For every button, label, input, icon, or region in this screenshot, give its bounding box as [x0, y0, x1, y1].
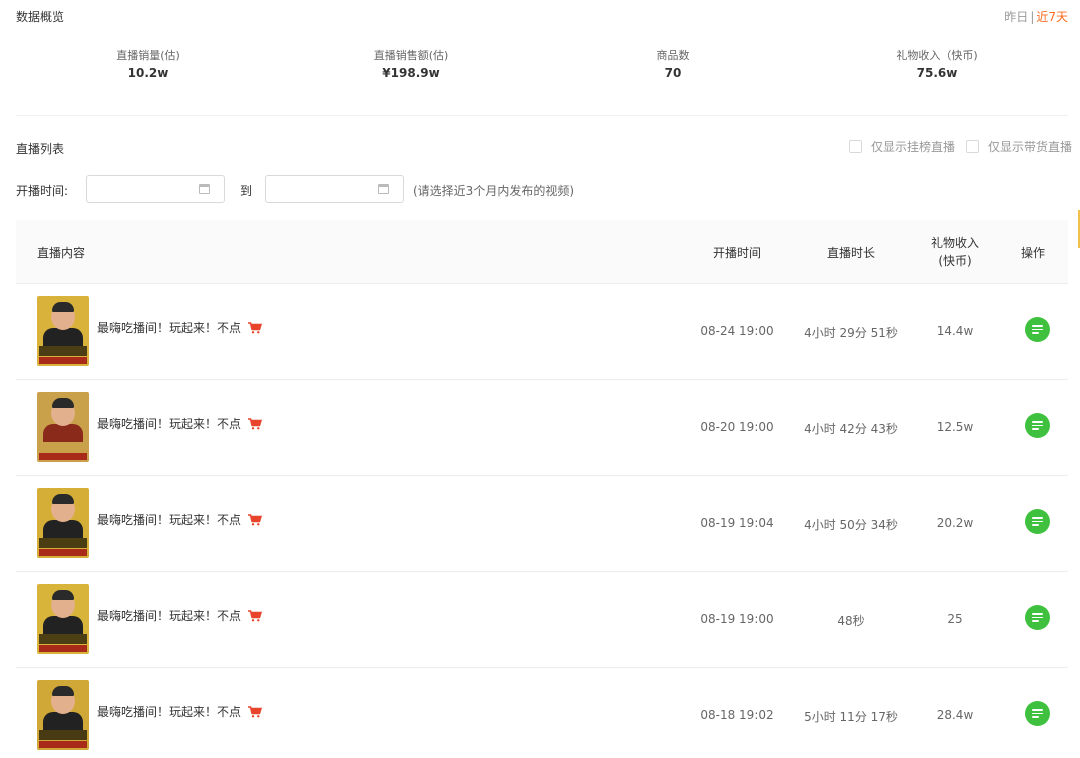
stat-value: 70	[664, 66, 682, 80]
gift-income: 25	[947, 612, 963, 626]
date-to-label: 到	[240, 184, 253, 198]
detail-button[interactable]	[1025, 605, 1050, 630]
date-filter-label: 开播时间:	[16, 184, 69, 198]
header-gift-line2: (快币)	[938, 254, 972, 268]
live-title[interactable]: 最嗨吃播间！玩起来！不点	[97, 319, 263, 336]
live-title-text[interactable]: 最嗨吃播间！玩起来！不点	[97, 607, 241, 624]
live-list-header: 直播列表 仅显示挂榜直播 仅显示带货直播	[16, 138, 1072, 158]
gift-income: 14.4w	[936, 324, 974, 338]
list-detail-icon	[1032, 517, 1043, 519]
header-gift-line1: 礼物收入	[930, 236, 979, 250]
stat-product-count: 商品数 70	[583, 40, 763, 80]
filter-ranked-only[interactable]: 仅显示挂榜直播	[849, 138, 955, 155]
table-row: 最嗨吃播间！玩起来！不点 08-24 19:00 4小时 29分 51秒 14.…	[16, 284, 1068, 380]
list-detail-icon	[1032, 709, 1043, 711]
list-detail-icon	[1032, 325, 1043, 327]
filter-selling-label: 仅显示带货直播	[988, 140, 1073, 154]
stat-gift-income: 礼物收入（快币) 75.6w	[847, 40, 1027, 80]
live-cover-thumbnail[interactable]	[37, 584, 89, 654]
shopping-cart-icon	[248, 321, 263, 333]
stat-value: ¥198.9w	[382, 66, 440, 80]
duration: 4小时 50分 34秒	[804, 518, 898, 532]
start-date-input[interactable]	[86, 175, 225, 203]
live-cover-thumbnail[interactable]	[37, 296, 89, 366]
table-row: 最嗨吃播间！玩起来！不点 08-18 19:02 5小时 11分 17秒 28.…	[16, 668, 1068, 758]
overview-title: 数据概览	[16, 10, 65, 24]
list-detail-icon	[1032, 421, 1043, 423]
table-row: 最嗨吃播间！玩起来！不点 08-20 19:00 4小时 42分 43秒 12.…	[16, 380, 1068, 476]
start-time: 08-19 19:04	[700, 516, 774, 530]
detail-button[interactable]	[1025, 317, 1050, 342]
live-cover-thumbnail[interactable]	[37, 680, 89, 750]
duration: 5小时 11分 17秒	[804, 710, 898, 724]
shopping-cart-icon	[248, 705, 263, 717]
live-title[interactable]: 最嗨吃播间！玩起来！不点	[97, 703, 263, 720]
live-cover-thumbnail[interactable]	[37, 488, 89, 558]
list-detail-icon	[1032, 613, 1043, 615]
table-row: 最嗨吃播间！玩起来！不点 08-19 19:04 4小时 50分 34秒 20.…	[16, 476, 1068, 572]
stat-sales-volume: 直播销量(估) 10.2w	[58, 40, 238, 80]
stat-value: 10.2w	[127, 66, 169, 80]
header-duration: 直播时长	[826, 246, 875, 260]
overview-header: 数据概览 昨日 | 近7天	[16, 0, 1068, 30]
start-time: 08-19 19:00	[700, 612, 774, 626]
live-title[interactable]: 最嗨吃播间！玩起来！不点	[97, 511, 263, 528]
calendar-icon[interactable]	[199, 184, 210, 194]
filter-ranked-label: 仅显示挂榜直播	[871, 140, 956, 154]
detail-button[interactable]	[1025, 413, 1050, 438]
live-title-text[interactable]: 最嗨吃播间！玩起来！不点	[97, 703, 241, 720]
end-date-input[interactable]	[265, 175, 404, 203]
detail-button[interactable]	[1025, 701, 1050, 726]
gift-income: 20.2w	[936, 516, 974, 530]
gift-income: 28.4w	[936, 708, 974, 722]
shopping-cart-icon	[248, 609, 263, 621]
shopping-cart-icon	[248, 513, 263, 525]
start-time: 08-20 19:00	[700, 420, 774, 434]
shopping-cart-icon	[248, 417, 263, 429]
filter-selling-checkbox[interactable]	[966, 140, 979, 153]
table-row: 最嗨吃播间！玩起来！不点 08-19 19:00 48秒 25	[16, 572, 1068, 668]
live-title-text[interactable]: 最嗨吃播间！玩起来！不点	[97, 319, 241, 336]
stats-panel: 直播销量(估) 10.2w 直播销售额(估) ¥198.9w 商品数 70 礼物…	[16, 40, 1068, 116]
start-time: 08-18 19:02	[700, 708, 774, 722]
duration: 4小时 29分 51秒	[804, 326, 898, 340]
duration: 48秒	[837, 614, 865, 628]
date-filter: 开播时间: 到 (请选择近3个月内发布的视频)	[16, 174, 1068, 204]
header-content: 直播内容	[37, 246, 86, 260]
detail-button[interactable]	[1025, 509, 1050, 534]
stat-value: 75.6w	[916, 66, 958, 80]
range-switch: 昨日 | 近7天	[1004, 8, 1068, 25]
live-title-text[interactable]: 最嗨吃播间！玩起来！不点	[97, 511, 241, 528]
table-header: 直播内容 开播时间 直播时长 礼物收入 (快币) 操作	[16, 220, 1068, 284]
range-separator: |	[1030, 10, 1035, 24]
duration: 4小时 42分 43秒	[804, 422, 898, 436]
live-list-title: 直播列表	[16, 142, 65, 156]
stat-sales-amount: 直播销售额(估) ¥198.9w	[321, 40, 501, 80]
date-filter-hint: (请选择近3个月内发布的视频)	[413, 184, 574, 198]
range-7days[interactable]: 近7天	[1036, 10, 1068, 24]
header-start-time: 开播时间	[712, 246, 761, 260]
filter-selling-only[interactable]: 仅显示带货直播	[966, 138, 1072, 155]
live-title[interactable]: 最嗨吃播间！玩起来！不点	[97, 607, 263, 624]
live-cover-thumbnail[interactable]	[37, 392, 89, 462]
header-action: 操作	[1020, 246, 1045, 260]
start-time: 08-24 19:00	[700, 324, 774, 338]
live-title-text[interactable]: 最嗨吃播间！玩起来！不点	[97, 415, 241, 432]
header-gift: 礼物收入 (快币)	[906, 234, 1004, 270]
live-table: 直播内容 开播时间 直播时长 礼物收入 (快币) 操作 最嗨吃播间！玩起来！不点…	[16, 220, 1068, 758]
range-yesterday[interactable]: 昨日	[1004, 10, 1028, 24]
filter-ranked-checkbox[interactable]	[849, 140, 862, 153]
calendar-icon[interactable]	[378, 184, 389, 194]
live-title[interactable]: 最嗨吃播间！玩起来！不点	[97, 415, 263, 432]
gift-income: 12.5w	[936, 420, 974, 434]
